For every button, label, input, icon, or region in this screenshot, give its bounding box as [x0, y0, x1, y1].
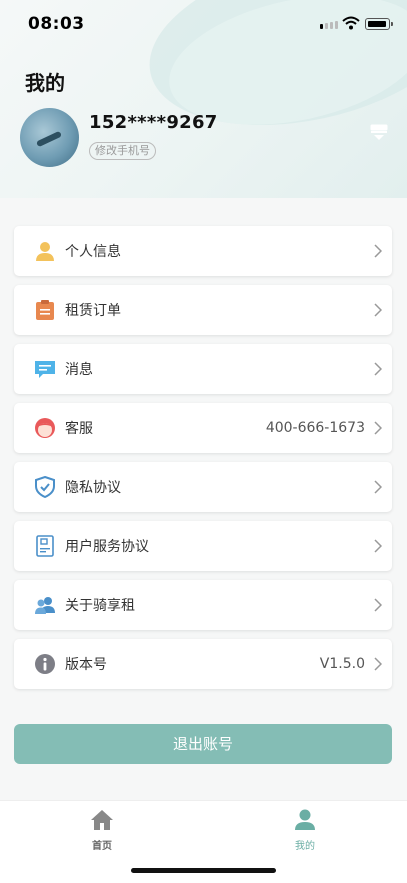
- profile-icon: [295, 809, 315, 830]
- menu-item-label: 消息: [65, 362, 93, 378]
- edit-phone-button[interactable]: 修改手机号: [89, 142, 156, 160]
- menu-item-user-agreement[interactable]: 用户服务协议: [14, 521, 392, 571]
- message-icon: [34, 357, 56, 381]
- chevron-right-icon: [374, 480, 382, 494]
- page-title: 我的: [25, 71, 65, 95]
- shield-check-icon: [34, 475, 56, 499]
- phone-number: 152****9267: [89, 112, 218, 133]
- chevron-right-icon: [374, 362, 382, 376]
- chevron-right-icon: [374, 421, 382, 435]
- customer-service-icon: [34, 416, 56, 440]
- chevron-right-icon: [374, 598, 382, 612]
- menu-item-label: 版本号: [65, 657, 107, 673]
- menu-item-messages[interactable]: 消息: [14, 344, 392, 394]
- app-version: V1.5.0: [319, 656, 365, 672]
- service-hotline: 400-666-1673: [265, 420, 365, 436]
- clipboard-icon: [34, 298, 56, 322]
- chevron-right-icon: [374, 657, 382, 671]
- chevron-right-icon: [374, 539, 382, 553]
- info-icon: [34, 652, 56, 676]
- menu-item-about[interactable]: 关于骑享租: [14, 580, 392, 630]
- status-bar: 08:03: [0, 0, 407, 48]
- wifi-icon: [342, 16, 360, 30]
- menu-item-label: 隐私协议: [65, 480, 121, 496]
- battery-icon: [365, 18, 393, 30]
- document-icon: [34, 534, 56, 558]
- users-icon: [34, 593, 56, 617]
- menu-item-version[interactable]: 版本号 V1.5.0: [14, 639, 392, 689]
- home-indicator: [131, 868, 276, 873]
- menu-item-label: 租赁订单: [65, 303, 121, 319]
- menu-item-customer-service[interactable]: 客服 400-666-1673: [14, 403, 392, 453]
- menu-item-personal-info[interactable]: 个人信息: [14, 226, 392, 276]
- settings-menu: 个人信息 租赁订单 消息 客服 400-666-1673 隐私协议 用户服务协议…: [14, 226, 392, 698]
- status-time: 08:03: [28, 14, 85, 34]
- menu-item-label: 客服: [65, 421, 93, 437]
- user-icon: [34, 239, 56, 263]
- chevron-right-icon: [374, 244, 382, 258]
- tab-home-label: 首页: [92, 841, 112, 852]
- chevron-right-icon: [374, 303, 382, 317]
- menu-item-label: 用户服务协议: [65, 539, 149, 555]
- menu-item-label: 个人信息: [65, 244, 121, 260]
- logout-button[interactable]: 退出账号: [14, 724, 392, 764]
- tab-home[interactable]: 首页: [72, 809, 132, 852]
- scan-icon[interactable]: [368, 120, 390, 142]
- tab-mine[interactable]: 我的: [275, 809, 335, 852]
- home-icon: [91, 810, 113, 830]
- cellular-signal-icon: [320, 21, 338, 29]
- tab-mine-label: 我的: [295, 841, 315, 852]
- avatar[interactable]: [20, 108, 79, 167]
- menu-item-label: 关于骑享租: [65, 598, 135, 614]
- menu-item-rental-orders[interactable]: 租赁订单: [14, 285, 392, 335]
- menu-item-privacy-policy[interactable]: 隐私协议: [14, 462, 392, 512]
